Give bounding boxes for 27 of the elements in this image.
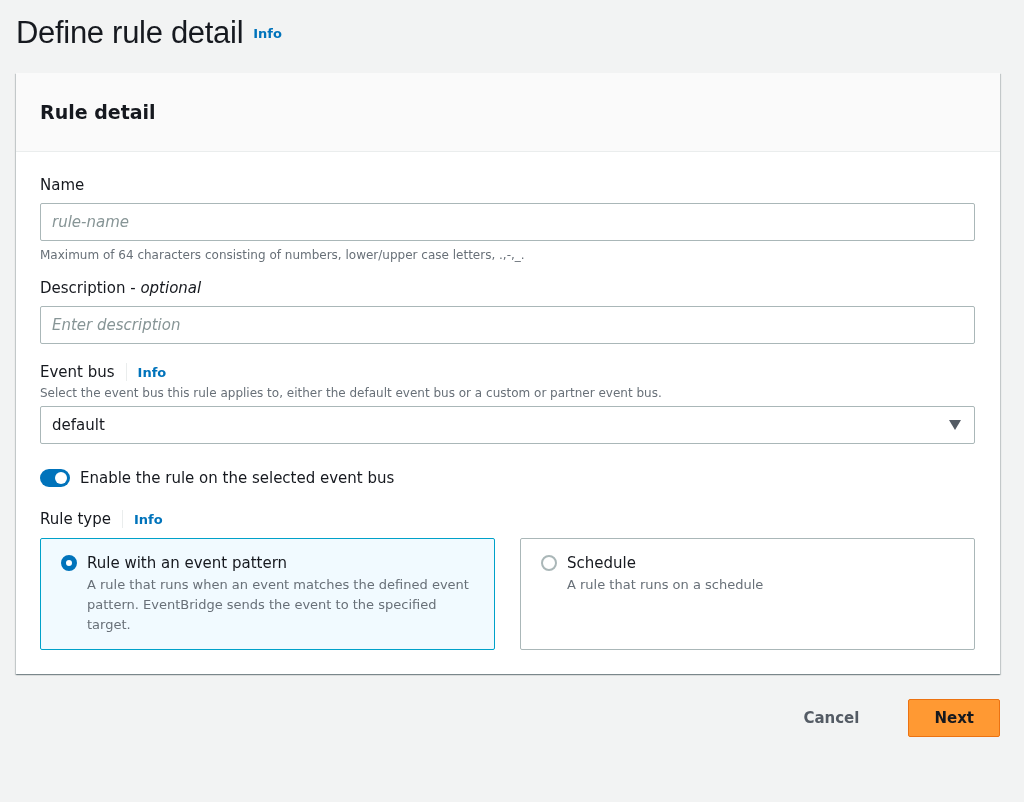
- next-button[interactable]: Next: [908, 699, 1000, 737]
- option-title: Schedule: [567, 553, 637, 573]
- option-description: A rule that runs when an event matches the defined event pattern. EventBridge sends the event to the specified target.: [87, 576, 470, 634]
- description-input[interactable]: Enter description: [40, 306, 975, 344]
- radio-button[interactable]: [61, 555, 77, 571]
- radio-button[interactable]: [541, 555, 557, 571]
- info-link[interactable]: Info: [133, 511, 163, 527]
- caret-down-icon: [949, 420, 961, 430]
- name-input[interactable]: rule-name: [40, 203, 975, 241]
- cancel-button[interactable]: Cancel: [778, 699, 885, 737]
- info-link[interactable]: Info: [137, 364, 167, 380]
- field-label: Name: [40, 175, 86, 196]
- field-label: Event bus: [40, 362, 115, 383]
- field-label: Description - optional: [40, 278, 203, 299]
- event-bus-select[interactable]: default: [40, 406, 975, 444]
- rule-type-option[interactable]: Rule with an event pattern A rule that runs when an event matches the defined event pattern. EventBridge sends the event to the specified target.: [40, 538, 495, 650]
- toggle-switch[interactable]: [40, 469, 70, 487]
- page-title: Define rule detail: [16, 15, 244, 51]
- field-description: Select the event bus this rule applies to, either the default event bus or a custom or partner event bus.: [40, 385, 663, 402]
- info-link[interactable]: Info: [253, 25, 282, 41]
- field-hint: Maximum of 64 characters consisting of numbers, lower/upper case letters, .,-,_.: [40, 247, 526, 264]
- option-title: Rule with an event pattern: [87, 553, 289, 573]
- rule-type-option[interactable]: Schedule A rule that runs on a schedule: [520, 538, 975, 650]
- option-description: A rule that runs on a schedule: [567, 576, 764, 594]
- field-label: Rule type: [40, 509, 111, 530]
- toggle-label: Enable the rule on the selected event bus: [80, 468, 395, 489]
- panel-title: Rule detail: [40, 101, 156, 123]
